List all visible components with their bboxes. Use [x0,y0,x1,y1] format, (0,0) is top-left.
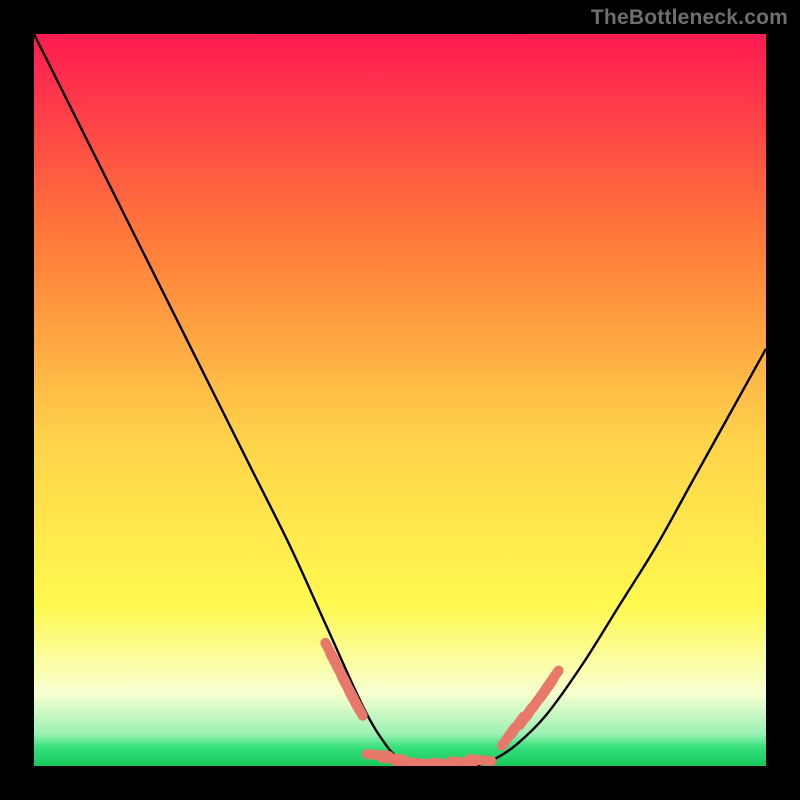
curve-layer [34,34,766,766]
marker-cluster-bottom [367,754,491,765]
marker-cluster-right [502,671,559,746]
bottleneck-curve [34,34,766,766]
marker-cluster-left [325,643,362,716]
chart-stage: TheBottleneck.com [0,0,800,800]
marker-tick [470,759,492,761]
plot-area [34,34,766,766]
watermark-text: TheBottleneck.com [591,6,788,30]
marker-tick [352,696,362,715]
marker-tick [546,671,559,689]
